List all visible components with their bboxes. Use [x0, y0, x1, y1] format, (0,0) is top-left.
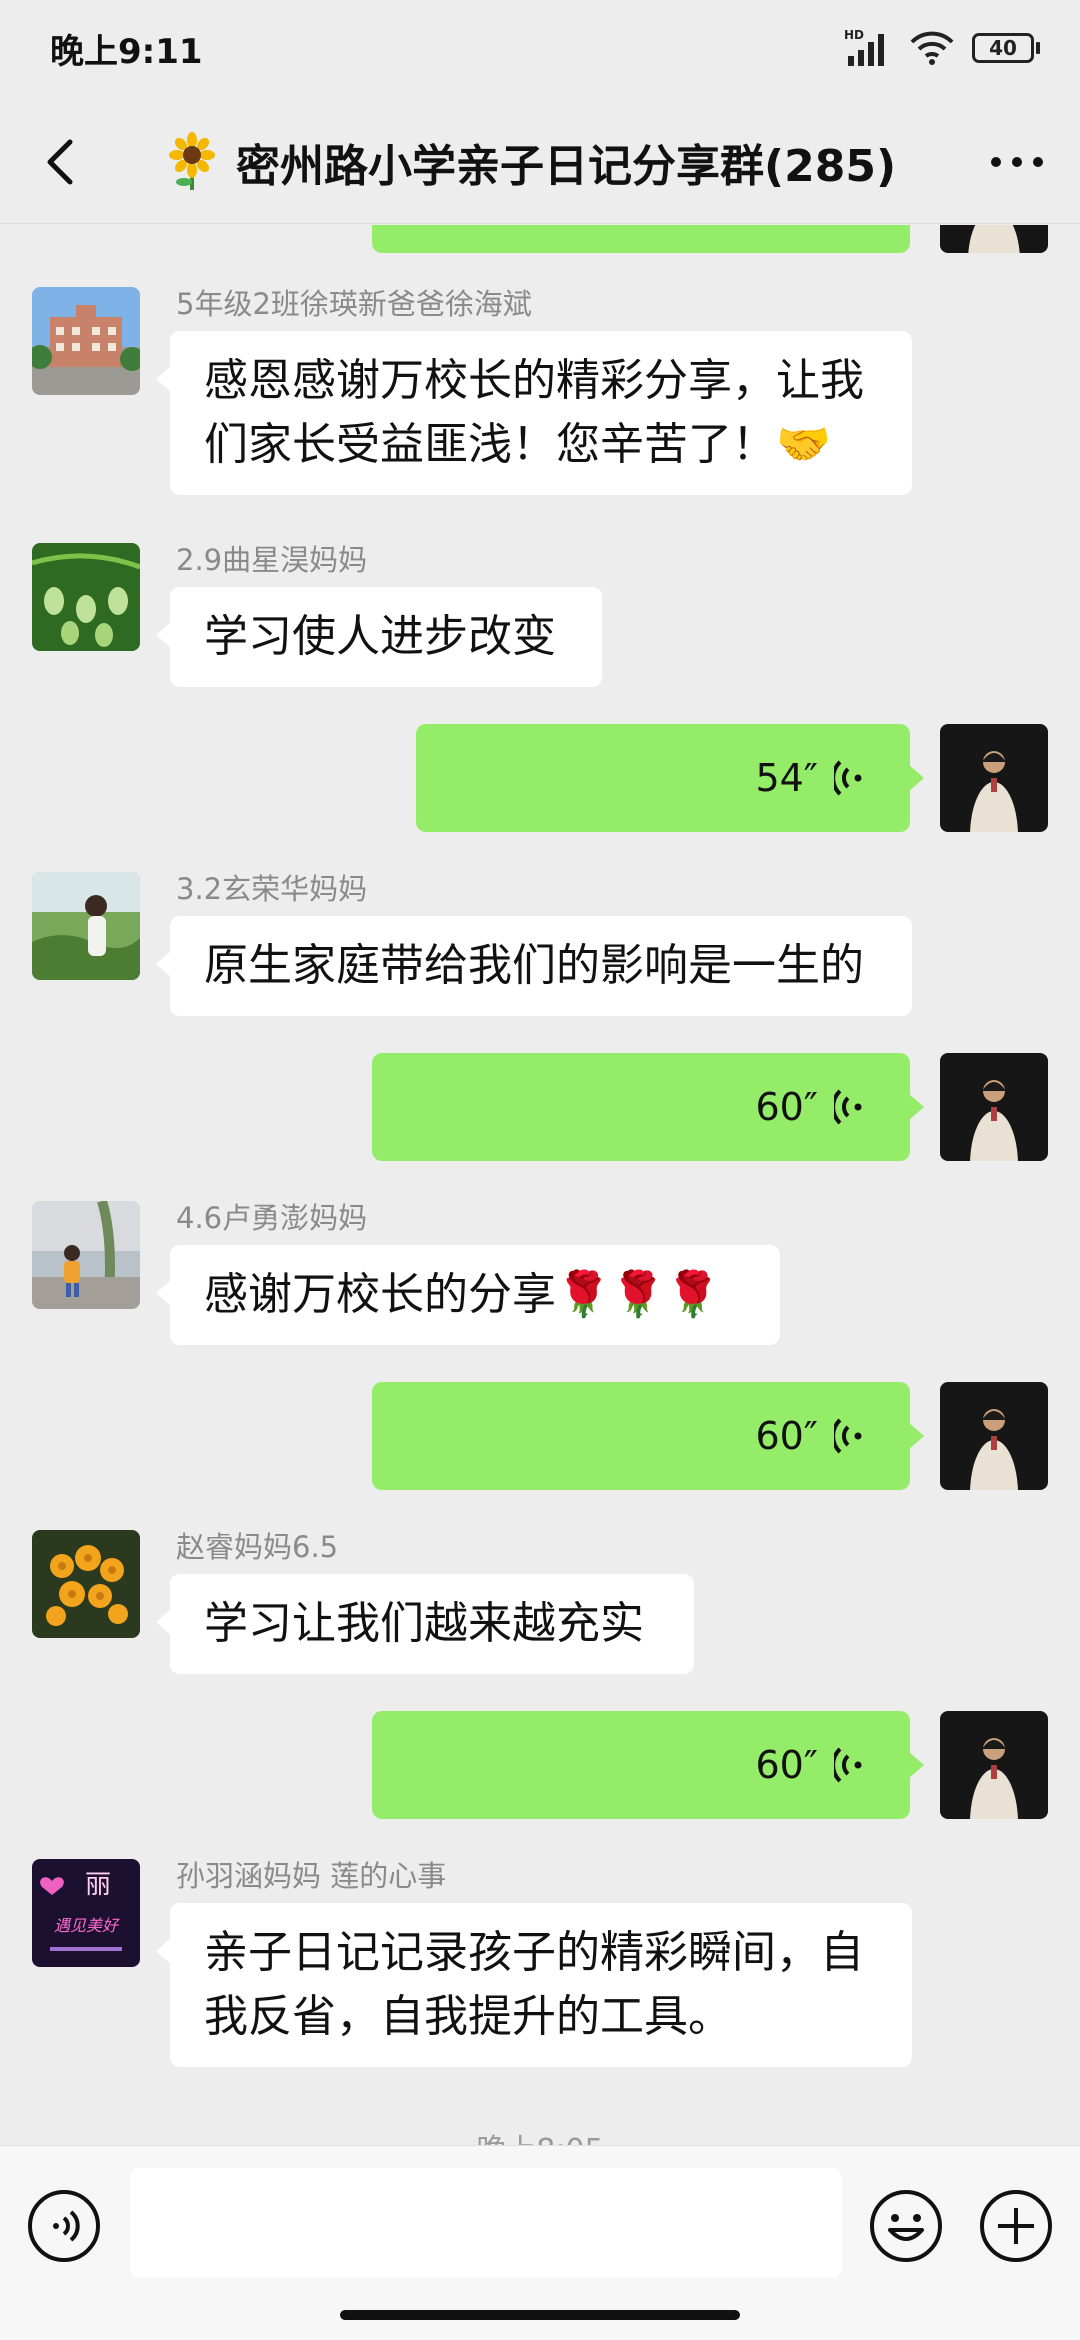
message-bubble-incoming[interactable]: 学习让我们越来越充实	[156, 1574, 694, 1674]
message-voice-outgoing: 54″	[0, 724, 1080, 834]
avatar-sender[interactable]	[32, 872, 140, 980]
voice-wave-icon	[834, 1089, 862, 1125]
back-arrow-icon[interactable]	[30, 130, 90, 194]
message-incoming: 3.2玄荣华妈妈 原生家庭带给我们的影响是一生的	[0, 866, 1080, 1036]
sunflower-icon	[169, 132, 215, 190]
avatar-sender[interactable]	[32, 287, 140, 395]
battery-icon: 40	[972, 33, 1040, 63]
voice-input-icon[interactable]	[26, 2188, 102, 2264]
voice-wave-icon	[834, 1747, 862, 1783]
message-incoming: 赵睿妈妈6.5 学习让我们越来越充实	[0, 1524, 1080, 1694]
message-incoming: 丽 遇见美好 孙羽涵妈妈 莲的心事 亲子日记记录孩子的精彩瞬间，自 我反省，自我…	[0, 1853, 1080, 2113]
avatar-self[interactable]	[940, 1382, 1048, 1490]
chat-header: 密州路小学亲子日记分享群(285)	[0, 100, 1080, 224]
voice-wave-icon	[834, 760, 862, 796]
avatar-self[interactable]	[940, 225, 1048, 253]
avatar-self[interactable]	[940, 1053, 1048, 1161]
message-text-line: 感恩感谢万校长的精彩分享，让我	[204, 355, 864, 406]
avatar-sender[interactable]	[32, 1530, 140, 1638]
avatar-self[interactable]	[940, 724, 1048, 832]
svg-text:遇见美好: 遇见美好	[54, 1916, 120, 1935]
message-bubble-incoming[interactable]: 原生家庭带给我们的影响是一生的	[156, 916, 912, 1016]
avatar-sender[interactable]	[32, 543, 140, 651]
sender-name: 5年级2班徐瑛新爸爸徐海斌	[176, 287, 532, 321]
battery-level: 40	[972, 33, 1034, 63]
status-icons: HD 40	[844, 24, 1040, 72]
voice-duration: 60″	[755, 1743, 818, 1787]
plus-icon[interactable]	[978, 2188, 1054, 2264]
avatar-sender[interactable]: 丽 遇见美好	[32, 1859, 140, 1967]
time-separator: 晚上8:05	[0, 2125, 1080, 2145]
message-incoming: 5年级2班徐瑛新爸爸徐海斌 感恩感谢万校长的精彩分享，让我 们家长受益匪浅！您辛…	[0, 281, 1080, 541]
message-voice-outgoing: 60″	[0, 1382, 1080, 1492]
message-bubble-incoming[interactable]: 学习使人进步改变	[156, 587, 602, 687]
message-text-line: 亲子日记记录孩子的精彩瞬间，自	[204, 1927, 864, 1978]
voice-duration: 54″	[755, 756, 818, 800]
avatar-self[interactable]	[940, 1711, 1048, 1819]
message-bubble-incoming[interactable]: 感谢万校长的分享🌹🌹🌹	[156, 1245, 780, 1345]
message-bubble-incoming[interactable]: 感恩感谢万校长的精彩分享，让我 们家长受益匪浅！您辛苦了！🤝	[156, 331, 912, 495]
message-text-line: 原生家庭带给我们的影响是一生的	[204, 940, 864, 991]
wifi-icon	[910, 31, 954, 65]
voice-message-bubble[interactable]: 60″	[372, 1711, 924, 1819]
cellular-signal-icon: HD	[844, 28, 884, 66]
sender-name: 赵睿妈妈6.5	[176, 1530, 339, 1564]
message-text-line: 学习让我们越来越充实	[204, 1598, 644, 1649]
message-text-line: 们家长受益匪浅！您辛苦了！🤝	[204, 419, 831, 470]
message-text-line: 我反省，自我提升的工具。	[204, 1991, 732, 2042]
message-text-line: 感谢万校长的分享🌹🌹🌹	[204, 1269, 721, 1320]
message-bubble-incoming[interactable]: 亲子日记记录孩子的精彩瞬间，自 我反省，自我提升的工具。	[156, 1903, 912, 2067]
voice-message-bubble[interactable]: 54″	[416, 724, 924, 832]
svg-text:丽: 丽	[85, 1870, 111, 1900]
message-incoming: 2.9曲星淏妈妈 学习使人进步改变	[0, 537, 1080, 707]
sender-name: 孙羽涵妈妈 莲的心事	[176, 1859, 447, 1893]
status-bar: 晚上9:11 HD 40	[0, 0, 1080, 100]
message-incoming: 4.6卢勇澎妈妈 感谢万校长的分享🌹🌹🌹	[0, 1195, 1080, 1365]
voice-duration: 60″	[755, 1414, 818, 1458]
sender-name: 2.9曲星淏妈妈	[176, 543, 368, 577]
more-options-icon[interactable]	[982, 140, 1052, 184]
chat-title-group: 密州路小学亲子日记分享群(285)	[162, 126, 896, 198]
message-outgoing-partial	[0, 225, 1080, 255]
message-text-line: 学习使人进步改变	[204, 611, 556, 662]
svg-text:HD: HD	[844, 28, 864, 42]
message-voice-outgoing: 60″	[0, 1711, 1080, 1821]
chat-title: 密州路小学亲子日记分享群(285)	[236, 141, 897, 192]
message-input[interactable]	[130, 2168, 842, 2278]
avatar-sender[interactable]	[32, 1201, 140, 1309]
message-bubble-outgoing[interactable]	[372, 225, 910, 253]
message-list[interactable]: 5年级2班徐瑛新爸爸徐海斌 感恩感谢万校长的精彩分享，让我 们家长受益匪浅！您辛…	[0, 225, 1080, 2145]
voice-wave-icon	[834, 1418, 862, 1454]
voice-message-bubble[interactable]: 60″	[372, 1053, 924, 1161]
emoji-icon[interactable]	[868, 2188, 944, 2264]
sender-name: 4.6卢勇澎妈妈	[176, 1201, 368, 1235]
sender-name: 3.2玄荣华妈妈	[176, 872, 368, 906]
status-time: 晚上9:11	[50, 32, 203, 72]
voice-duration: 60″	[755, 1085, 818, 1129]
message-voice-outgoing: 60″	[0, 1053, 1080, 1163]
voice-message-bubble[interactable]: 60″	[372, 1382, 924, 1490]
home-indicator[interactable]	[340, 2310, 740, 2320]
